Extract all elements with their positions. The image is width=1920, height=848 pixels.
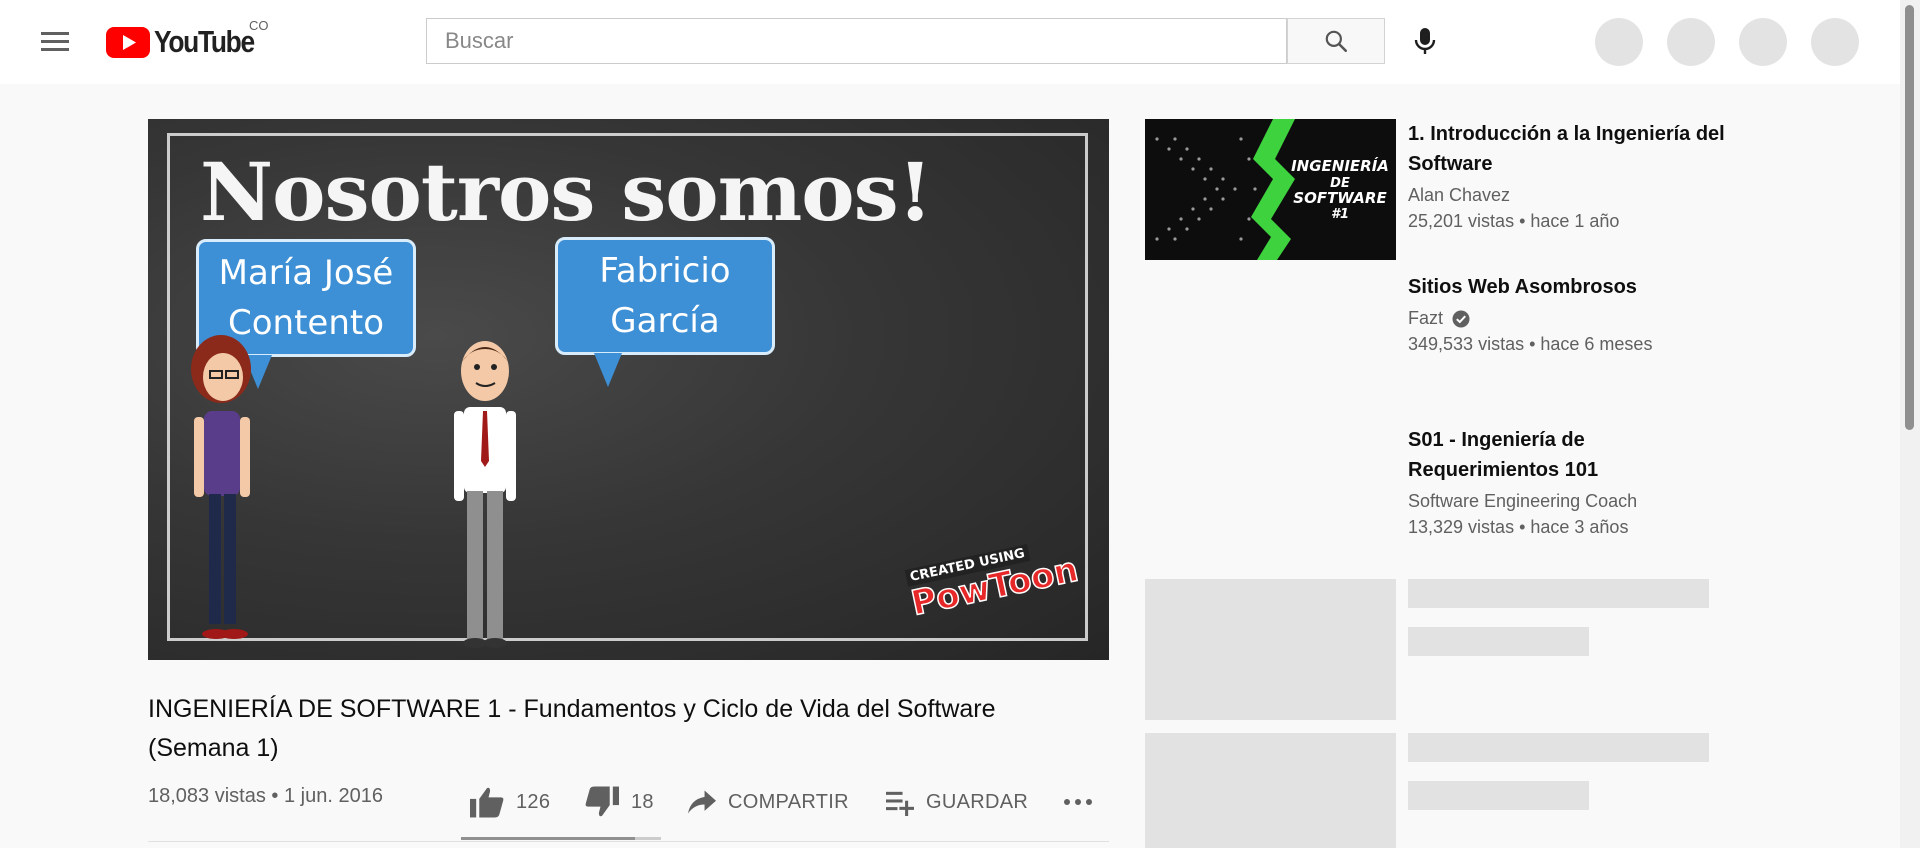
playlist-add-icon (886, 791, 914, 816)
search-box (426, 18, 1287, 64)
topbar-placeholder-button[interactable] (1739, 18, 1787, 66)
channel-name: Alan Chavez (1408, 185, 1511, 205)
dislike-count: 18 (631, 790, 654, 813)
recommendation-info: 1. Introducción a la Ingeniería del Soft… (1408, 119, 1728, 232)
recommendation-thumbnail[interactable] (1145, 425, 1396, 566)
slide-title: Nosotros somos! (200, 145, 933, 239)
thumbs-up-icon (470, 787, 504, 818)
country-code: CO (249, 18, 269, 33)
recommendation-thumbnail[interactable] (1145, 272, 1396, 413)
masthead: YouTube CO (0, 0, 1920, 84)
bubble-left-line1: María José (218, 253, 394, 293)
loading-meta-placeholder (1408, 627, 1589, 656)
thumbs-down-icon (585, 786, 619, 817)
topbar-placeholder-button[interactable] (1595, 18, 1643, 66)
loading-thumbnail-placeholder (1145, 579, 1396, 720)
divider (148, 841, 1109, 842)
like-dislike-bar (461, 837, 661, 840)
scrollbar-thumb[interactable] (1905, 5, 1914, 430)
page-scrollbar[interactable] (1900, 0, 1920, 848)
loading-title-placeholder (1408, 733, 1709, 762)
recommendation-info: S01 - Ingeniería de Requerimientos 101 S… (1408, 425, 1728, 538)
recommendation-item[interactable]: S01 - Ingeniería de Requerimientos 101 S… (1145, 425, 1705, 566)
avatar[interactable] (1811, 18, 1859, 66)
share-button[interactable]: COMPARTIR (686, 780, 849, 824)
thumb-text-line1: INGENIERÍA (1291, 156, 1389, 175)
save-button[interactable]: GUARDAR (884, 780, 1028, 824)
speech-bubble-right-tail (594, 353, 622, 387)
logo-text: YouTube (154, 24, 255, 59)
youtube-play-icon (106, 26, 150, 58)
like-ratio-fill (461, 837, 635, 840)
recommendation-title[interactable]: S01 - Ingeniería de Requerimientos 101 (1408, 425, 1728, 485)
voice-search-button[interactable] (1402, 18, 1448, 64)
recommendation-channel[interactable]: Alan Chavez (1408, 185, 1728, 206)
video-title: INGENIERÍA DE SOFTWARE 1 - Fundamentos y… (148, 695, 996, 762)
like-button[interactable]: 126 (468, 780, 550, 824)
recommendation-meta: 13,329 vistas • hace 3 años (1408, 517, 1629, 537)
recommendation-item[interactable]: INGENIERÍA DE SOFTWARE #1 1. Introducció… (1145, 119, 1725, 260)
topbar-placeholder-button[interactable] (1667, 18, 1715, 66)
verified-badge-icon (1452, 310, 1470, 327)
video-player[interactable]: Nosotros somos! María José Contento Fabr… (148, 119, 1109, 660)
recommendation-channel[interactable]: Fazt (1408, 308, 1728, 329)
like-count: 126 (516, 790, 551, 813)
save-label: GUARDAR (926, 790, 1029, 813)
search-button[interactable] (1287, 18, 1385, 64)
microphone-icon (1414, 28, 1436, 54)
bubble-right-line2: García (610, 301, 720, 341)
recommendation-item[interactable]: Sitios Web Asombrosos Fazt 349,533 vista… (1145, 272, 1705, 413)
recommendation-title[interactable]: 1. Introducción a la Ingeniería del Soft… (1408, 119, 1728, 179)
channel-name: Fazt (1408, 308, 1444, 328)
recommendation-meta: 25,201 vistas • hace 1 año (1408, 211, 1620, 231)
share-label: COMPARTIR (728, 790, 849, 813)
recommendation-info: Sitios Web Asombrosos Fazt 349,533 vista… (1408, 272, 1728, 355)
loading-meta-placeholder (1408, 781, 1589, 810)
recommendation-title[interactable]: Sitios Web Asombrosos (1408, 272, 1728, 302)
thumb-text-line3: SOFTWARE (1293, 189, 1387, 207)
guide-menu-button[interactable] (34, 22, 74, 62)
recommendation-thumbnail[interactable]: INGENIERÍA DE SOFTWARE #1 (1145, 119, 1396, 260)
channel-name: Software Engineering Coach (1408, 491, 1638, 511)
loading-title-placeholder (1408, 579, 1709, 608)
search-input[interactable] (427, 19, 1286, 63)
more-actions-button[interactable] (1062, 780, 1094, 824)
recommendation-channel[interactable]: Software Engineering Coach (1408, 491, 1728, 512)
more-horizontal-icon (1064, 799, 1092, 805)
man-character (454, 341, 516, 648)
youtube-logo[interactable]: YouTube (106, 24, 272, 60)
bubble-right-line1: Fabricio (599, 251, 731, 291)
dislike-button[interactable]: 18 (583, 780, 654, 824)
share-arrow-icon (688, 790, 716, 814)
woman-character (191, 335, 251, 639)
search-icon (1325, 30, 1348, 53)
hamburger-icon (41, 32, 69, 35)
view-count-date: 18,083 vistas • 1 jun. 2016 (148, 785, 383, 807)
speech-bubble-right: Fabricio García (555, 237, 775, 355)
recommendation-meta: 349,533 vistas • hace 6 meses (1408, 334, 1653, 354)
loading-thumbnail-placeholder (1145, 733, 1396, 848)
thumb-text-line4: #1 (1331, 207, 1349, 222)
